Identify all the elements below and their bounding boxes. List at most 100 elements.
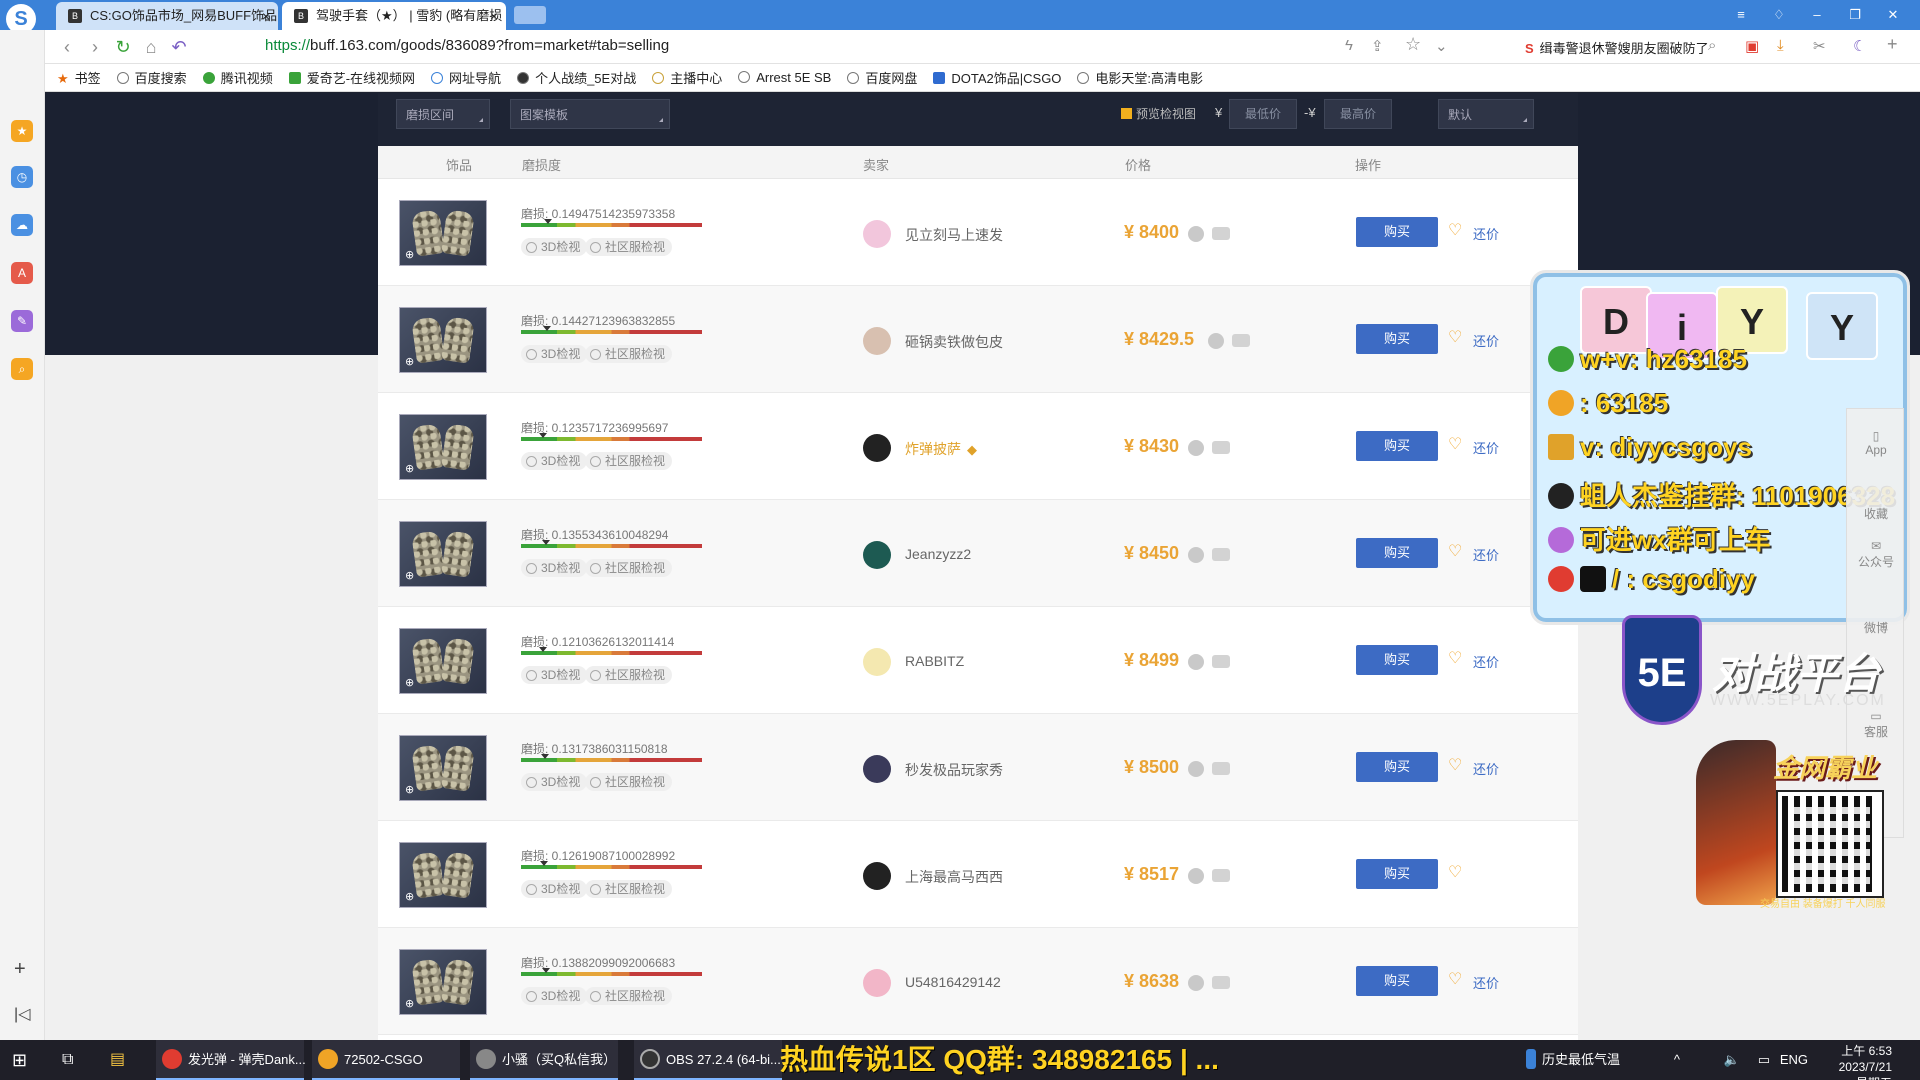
volume-icon[interactable]: 🔈 [1724,1040,1740,1080]
bargain-link[interactable]: 还价 [1473,545,1499,564]
bargain-icon[interactable]: ♡ [1448,434,1462,454]
seller-name[interactable]: 秒发极品玩家秀 [905,760,1003,780]
close-icon[interactable]: × [262,2,270,30]
minimize-icon[interactable]: – [1798,0,1836,30]
item-thumbnail[interactable]: ⊕ [399,949,487,1015]
sort-select[interactable]: 默认 [1438,99,1534,129]
community-inspect-button[interactable]: 社区服检视 [585,452,673,470]
lightning-icon[interactable]: ϟ [1345,37,1353,54]
item-thumbnail[interactable]: ⊕ [399,200,487,266]
camera-icon[interactable] [1212,869,1230,882]
bargain-icon[interactable]: ♡ [1448,541,1462,561]
seller-name[interactable]: 见立刻马上速发 [905,225,1003,245]
zoom-icon[interactable]: ⊕ [405,462,414,475]
task-view-icon[interactable]: ⧉ [62,1040,73,1080]
chevron-down-icon[interactable]: ⌄ [1435,37,1448,55]
avatar[interactable] [863,541,891,569]
add-icon[interactable]: + [14,958,26,981]
buy-button[interactable]: 购买 [1356,217,1438,247]
taskbar-app-chat[interactable]: 小骚（买Q私信我） [470,1040,618,1080]
tab-buff-market[interactable]: B CS:GO饰品市场_网易BUFF饰品 × [56,2,278,30]
community-inspect-button[interactable]: 社区服检视 [585,773,673,791]
weather-widget[interactable]: 历史最低气温 [1525,1040,1620,1080]
zoom-icon[interactable]: ⊕ [405,569,414,582]
undo-icon[interactable]: ↶ [167,36,191,58]
bookmark-item[interactable]: 爱奇艺-在线视频网 [288,68,415,87]
inspect-3d-button[interactable]: 3D检视 [521,238,588,256]
download-icon[interactable]: ⤓ [1777,37,1784,54]
camera-icon[interactable] [1212,227,1230,240]
extension-icon[interactable]: ▣ [1745,37,1759,55]
camera-icon[interactable] [1212,441,1230,454]
bargain-icon[interactable]: ♡ [1448,755,1462,775]
camera-icon[interactable] [1232,334,1250,347]
forward-icon[interactable]: › [83,36,107,58]
plus-icon[interactable]: + [1887,34,1898,55]
url-field[interactable]: https://buff.163.com/goods/836089?from=m… [265,37,669,54]
collapse-icon[interactable]: |◁ [14,1004,30,1024]
bookmark-item[interactable]: 电影天堂:高清电影 [1077,68,1203,87]
network-icon[interactable]: ▭ [1758,1040,1770,1080]
night-mode-icon[interactable]: ☾ [1853,37,1866,55]
zoom-icon[interactable]: ⊕ [405,783,414,796]
camera-icon[interactable] [1212,548,1230,561]
camera-icon[interactable] [1212,762,1230,775]
tray-overflow-icon[interactable]: ^ [1674,1040,1680,1080]
bookmark-item[interactable]: 百度网盘 [847,68,917,87]
menu-icon[interactable]: ≡ [1722,0,1760,30]
inspect-3d-button[interactable]: 3D检视 [521,880,588,898]
item-thumbnail[interactable]: ⊕ [399,628,487,694]
cloud-icon[interactable]: ☁ [11,214,33,236]
close-window-icon[interactable]: ✕ [1874,0,1912,30]
bookmark-item[interactable]: DOTA2饰品|CSGO [933,68,1061,87]
history-icon[interactable]: ◷ [11,166,33,188]
community-inspect-button[interactable]: 社区服检视 [585,238,673,256]
taskbar-app-csgo[interactable]: 72502-CSGO [312,1040,460,1080]
buy-button[interactable]: 购买 [1356,538,1438,568]
avatar[interactable] [863,220,891,248]
bargain-link[interactable]: 还价 [1473,652,1499,671]
avatar[interactable] [863,862,891,890]
bargain-icon[interactable]: ♡ [1448,969,1462,989]
inspect-3d-button[interactable]: 3D检视 [521,666,588,684]
bargain-link[interactable]: 还价 [1473,973,1499,992]
inspect-3d-button[interactable]: 3D检视 [521,987,588,1005]
refresh-icon[interactable]: ↻ [111,36,135,58]
start-icon[interactable]: ⊞ [12,1040,27,1080]
tools-icon[interactable]: ✂ [1813,37,1826,55]
seller-name[interactable]: RABBITZ [905,653,964,669]
bargain-link[interactable]: 还价 [1473,438,1499,457]
inspect-3d-button[interactable]: 3D检视 [521,452,588,470]
inspect-3d-button[interactable]: 3D检视 [521,773,588,791]
community-inspect-button[interactable]: 社区服检视 [585,666,673,684]
taskbar-app-obs[interactable]: OBS 27.2.4 (64-bi... [634,1040,782,1080]
search-promo[interactable]: S 缉毒警退休警嫂朋友圈破防了 [1525,38,1709,57]
buy-button[interactable]: 购买 [1356,431,1438,461]
taskbar-app-netease[interactable]: 发光弹 - 弹壳Dank... [156,1040,306,1080]
bookmark-item[interactable]: Arrest 5E SB [738,70,831,85]
skin-icon[interactable]: ♢ [1760,0,1798,30]
tab-driver-gloves[interactable]: B 驾驶手套（★） | 雪豹 (略有磨损 × [282,2,506,30]
avatar[interactable] [863,434,891,462]
item-thumbnail[interactable]: ⊕ [399,414,487,480]
camera-icon[interactable] [1212,655,1230,668]
notes-icon[interactable]: ✎ [11,310,33,332]
buy-button[interactable]: 购买 [1356,859,1438,889]
bookmark-item[interactable]: 个人战绩_5E对战 [517,68,636,87]
item-thumbnail[interactable]: ⊕ [399,307,487,373]
service-button[interactable]: ▭ 客服 [1847,709,1905,740]
community-inspect-button[interactable]: 社区服检视 [585,987,673,1005]
bookmark-item[interactable]: 网址导航 [431,68,501,87]
bargain-icon[interactable]: ♡ [1448,648,1462,668]
avatar[interactable] [863,327,891,355]
zoom-icon[interactable]: ⊕ [405,890,414,903]
favorites-icon[interactable]: ★ [11,120,33,142]
buy-button[interactable]: 购买 [1356,645,1438,675]
collect-button[interactable]: 收藏 [1847,505,1905,522]
seller-name[interactable]: 砸锅卖铁做包皮 [905,332,1003,352]
weibo-button[interactable]: 微博 [1847,619,1905,636]
bargain-link[interactable]: 还价 [1473,759,1499,778]
item-thumbnail[interactable]: ⊕ [399,521,487,587]
buy-button[interactable]: 购买 [1356,966,1438,996]
close-icon[interactable]: × [490,2,498,30]
